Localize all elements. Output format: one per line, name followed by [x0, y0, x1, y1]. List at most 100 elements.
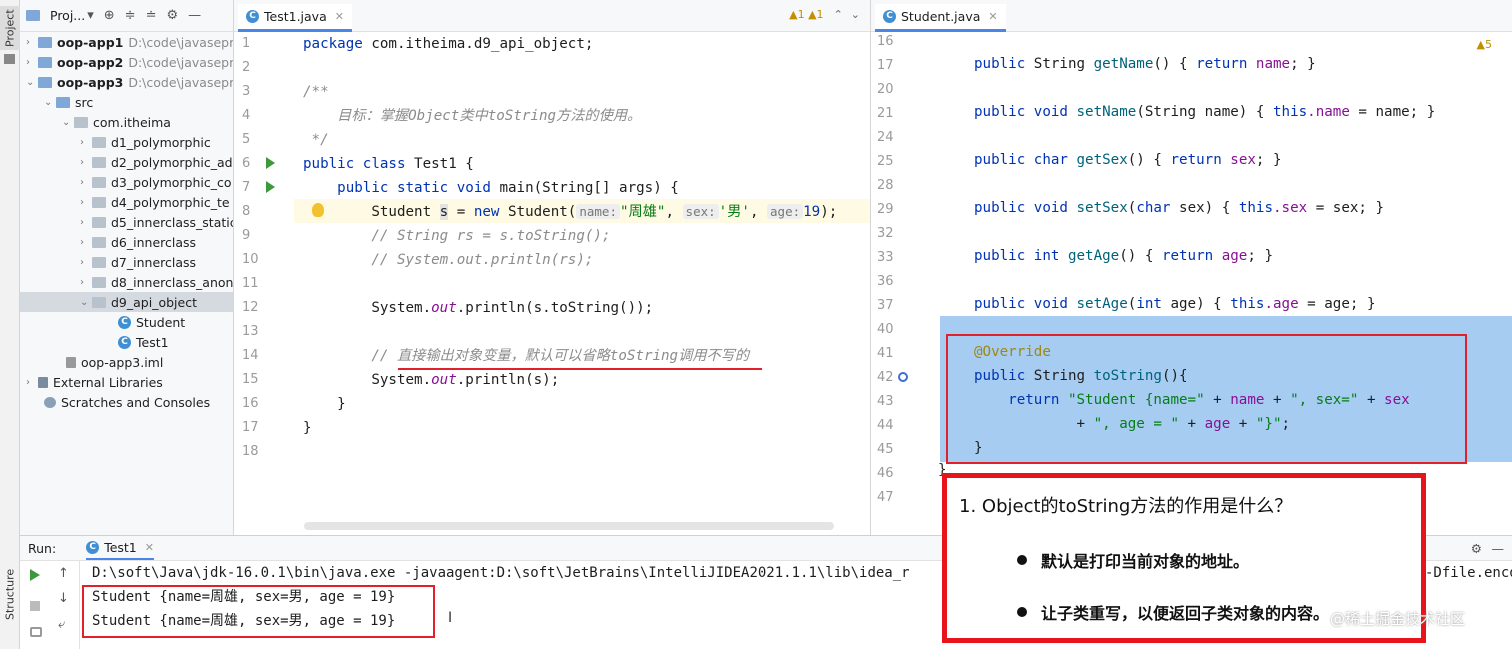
minimize-icon[interactable]: —: [188, 8, 201, 23]
tree-item-label: d9_api_object: [111, 294, 197, 310]
chevron-down-icon[interactable]: ⌄: [851, 8, 860, 21]
camera-icon[interactable]: [30, 627, 42, 637]
arrow-down-icon[interactable]: ↓: [58, 591, 69, 606]
dropdown-icon[interactable]: ▾: [87, 8, 94, 23]
gear-icon[interactable]: ⚙: [166, 8, 178, 23]
project-tool-icon: [4, 54, 15, 64]
class-icon: C: [246, 10, 259, 23]
class-icon: C: [86, 540, 100, 554]
line-number: 5: [242, 132, 251, 147]
package-icon: [92, 256, 106, 268]
line-number: 44: [877, 418, 894, 433]
iml-file-icon: [66, 356, 76, 368]
close-icon[interactable]: ✕: [145, 541, 154, 554]
package-icon: [92, 176, 106, 188]
line-number: 6: [242, 156, 251, 171]
line-number: 40: [877, 322, 894, 337]
line-number: 2: [242, 60, 251, 75]
tree-item-d8[interactable]: › d8_innerclass_anony: [80, 272, 233, 292]
chevron-right-icon[interactable]: ›: [80, 197, 92, 208]
stop-icon[interactable]: [30, 601, 40, 611]
override-marker-icon[interactable]: [898, 372, 908, 382]
soft-wrap-icon[interactable]: ⤶: [58, 617, 65, 632]
line-number: 21: [877, 106, 894, 121]
tree-item-label: oop-app1: [57, 34, 124, 50]
tree-item-d3[interactable]: › d3_polymorphic_co: [80, 172, 232, 192]
warnings-indicator[interactable]: ▲1 ▲1 ⌃ ⌄: [789, 8, 860, 21]
tree-item-d4[interactable]: › d4_polymorphic_te: [80, 192, 230, 212]
line-number: 20: [877, 82, 894, 97]
tab-student-java[interactable]: C Student.java ✕: [875, 4, 1006, 32]
chevron-down-icon[interactable]: ⌄: [26, 77, 38, 88]
chevron-right-icon[interactable]: ›: [80, 237, 92, 248]
chevron-down-icon[interactable]: ⌄: [44, 97, 56, 108]
scratches-icon: [44, 396, 56, 408]
close-icon[interactable]: ✕: [988, 10, 997, 23]
tree-item-label: Scratches and Consoles: [61, 394, 211, 410]
collapse-all-icon[interactable]: ≐: [146, 8, 157, 23]
chevron-down-icon[interactable]: ⌄: [80, 297, 92, 308]
chevron-right-icon[interactable]: ›: [80, 277, 92, 288]
warnings-indicator[interactable]: ▲5: [1477, 38, 1492, 51]
tree-item-label: d5_innerclass_static: [111, 214, 234, 230]
gear-icon[interactable]: ⚙: [1471, 541, 1482, 556]
tree-item-d5[interactable]: › d5_innerclass_static: [80, 212, 234, 232]
project-tool-tab[interactable]: Project: [0, 6, 20, 50]
tree-item-src[interactable]: ⌄ src: [44, 92, 93, 112]
tree-item-d9[interactable]: ⌄ d9_api_object: [20, 292, 233, 312]
tree-item-oop-app1[interactable]: › oop-app1 D:\code\javasepro: [26, 32, 233, 52]
line-number: 1: [242, 36, 251, 51]
line-number: 46: [877, 466, 894, 481]
expand-all-icon[interactable]: ≑: [125, 8, 136, 23]
chevron-right-icon[interactable]: ›: [26, 37, 38, 48]
line-number: 10: [242, 252, 259, 267]
structure-tool-tab[interactable]: Structure: [0, 566, 20, 622]
tree-item-iml[interactable]: oop-app3.iml: [66, 352, 163, 372]
chevron-up-icon[interactable]: ⌃: [834, 8, 843, 21]
tree-item-oop-app3[interactable]: ⌄ oop-app3 D:\code\javasepro: [26, 72, 233, 92]
tree-item-com-itheima[interactable]: ⌄ com.itheima: [62, 112, 171, 132]
project-title[interactable]: Proj...: [50, 8, 85, 23]
run-main-icon[interactable]: [266, 181, 275, 193]
tree-item-test1[interactable]: C Test1: [118, 332, 169, 352]
line-number: 16: [877, 34, 894, 49]
line-number: 8: [242, 204, 251, 219]
line-number: 43: [877, 394, 894, 409]
line-number: 32: [877, 226, 894, 241]
project-folder-icon: [26, 10, 40, 21]
tab-test1-java[interactable]: C Test1.java ✕: [238, 4, 352, 32]
close-icon[interactable]: ✕: [335, 10, 344, 23]
chevron-right-icon[interactable]: ›: [80, 257, 92, 268]
line-number: 15: [242, 372, 259, 387]
tree-item-label: d1_polymorphic: [111, 134, 211, 150]
tree-item-student[interactable]: C Student: [118, 312, 185, 332]
chevron-right-icon[interactable]: ›: [80, 217, 92, 228]
chevron-right-icon[interactable]: ›: [80, 157, 92, 168]
package-icon: [92, 236, 106, 248]
line-number: 47: [877, 490, 894, 505]
line-number: 11: [242, 276, 259, 291]
minimize-icon[interactable]: —: [1492, 541, 1505, 556]
tree-item-label: d7_innerclass: [111, 254, 197, 270]
tree-item-scratches[interactable]: Scratches and Consoles: [44, 392, 210, 412]
run-class-icon[interactable]: [266, 157, 275, 169]
chevron-right-icon[interactable]: ›: [26, 57, 38, 68]
horizontal-scrollbar[interactable]: [304, 522, 834, 530]
tree-item-d7[interactable]: › d7_innerclass: [80, 252, 196, 272]
tab-run-test1[interactable]: C Test1 ✕: [86, 536, 154, 560]
tree-item-oop-app2[interactable]: › oop-app2 D:\code\javasepro: [26, 52, 233, 72]
tree-item-d1[interactable]: › d1_polymorphic: [80, 132, 211, 152]
tree-item-d6[interactable]: › d6_innerclass: [80, 232, 196, 252]
tree-item-label: d3_polymorphic_co: [111, 174, 232, 190]
tree-item-label: Test1: [136, 334, 169, 350]
tree-item-d2[interactable]: › d2_polymorphic_ad: [80, 152, 233, 172]
chevron-down-icon[interactable]: ⌄: [62, 117, 74, 128]
tree-item-external-libraries[interactable]: › External Libraries: [26, 372, 163, 392]
locate-icon[interactable]: ⊕: [104, 8, 115, 23]
class-icon: C: [118, 335, 131, 349]
chevron-right-icon[interactable]: ›: [80, 177, 92, 188]
rerun-icon[interactable]: [30, 569, 40, 581]
chevron-right-icon[interactable]: ›: [80, 137, 92, 148]
chevron-right-icon[interactable]: ›: [26, 377, 38, 388]
arrow-up-icon[interactable]: ↑: [58, 566, 69, 581]
